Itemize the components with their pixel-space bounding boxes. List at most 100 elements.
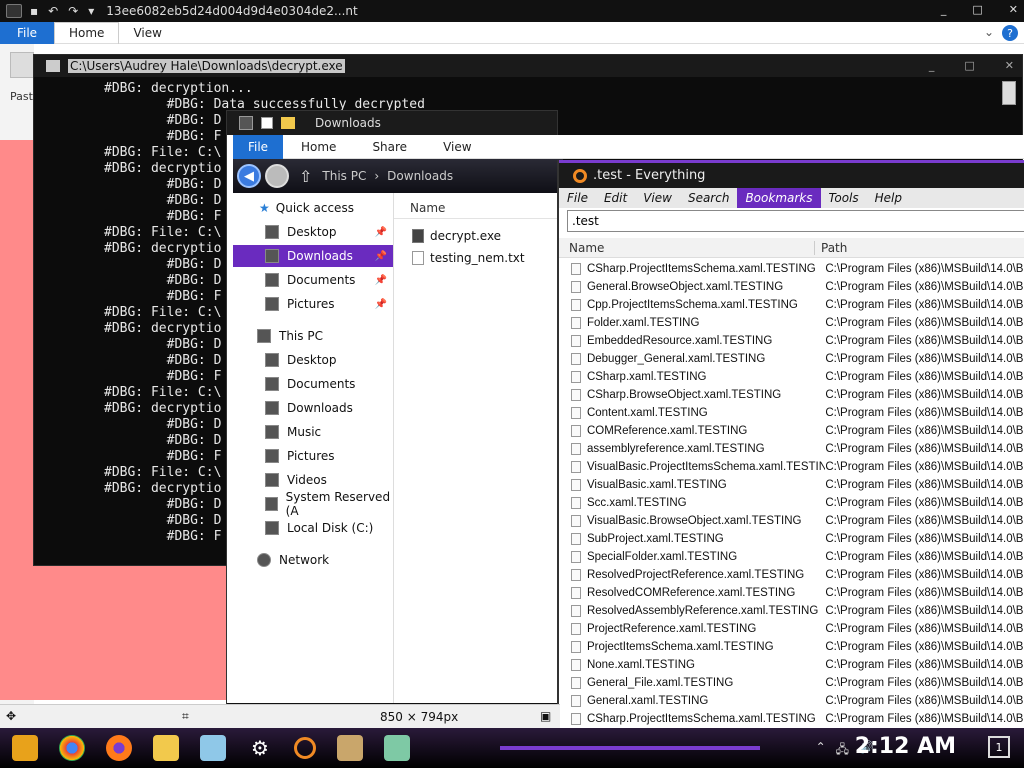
result-row[interactable]: General.BrowseObject.xaml.TESTING C:\Prog… <box>559 278 1024 296</box>
menu-help[interactable]: Help <box>867 191 910 205</box>
close-button[interactable]: ✕ <box>1009 3 1018 16</box>
tab-file[interactable]: File <box>0 21 54 44</box>
column-header-path[interactable]: Path <box>815 241 847 255</box>
tab-share[interactable]: Share <box>354 140 425 154</box>
result-row[interactable]: CSharp.ProjectItemsSchema.xaml.TESTING C:… <box>559 710 1024 728</box>
chevron-down-icon[interactable]: ▾ <box>88 4 94 18</box>
sidebar-item-system-reserved[interactable]: System Reserved (A <box>233 490 393 518</box>
minimize-button[interactable]: _ <box>929 59 935 72</box>
sidebar-item-documents[interactable]: Documents 📌 <box>233 269 393 291</box>
sidebar-item-desktop[interactable]: Desktop 📌 <box>233 221 393 243</box>
properties-icon[interactable] <box>261 117 273 129</box>
column-header-name[interactable]: Name <box>394 197 558 219</box>
breadcrumb-downloads[interactable]: Downloads <box>387 169 453 183</box>
result-row[interactable]: CSharp.ProjectItemsSchema.xaml.TESTING C:… <box>559 260 1024 278</box>
tab-home[interactable]: Home <box>54 21 120 44</box>
breadcrumb-this-pc[interactable]: This PC <box>322 169 366 183</box>
result-row[interactable]: SubProject.xaml.TESTING C:\Program Files … <box>559 530 1024 548</box>
result-row[interactable]: VisualBasic.BrowseObject.xaml.TESTING C:\… <box>559 512 1024 530</box>
sidebar-item-pc-desktop[interactable]: Desktop <box>233 349 393 371</box>
sidebar-item-pc-documents[interactable]: Documents <box>233 373 393 395</box>
tab-view[interactable]: View <box>119 26 175 40</box>
settings-gear-icon[interactable]: ⚙ <box>247 735 273 761</box>
search-input[interactable] <box>567 210 1024 232</box>
save-icon[interactable]: ▣ <box>540 709 551 723</box>
network-icon[interactable]: 🖧 <box>836 740 849 761</box>
chevron-down-icon[interactable]: ⌄ <box>984 25 994 39</box>
menu-file[interactable]: File <box>559 191 596 205</box>
firefox-icon[interactable] <box>106 735 132 761</box>
notepad-icon[interactable] <box>200 735 226 761</box>
result-row[interactable]: General_File.xaml.TESTING C:\Program File… <box>559 674 1024 692</box>
sidebar-item-network[interactable]: Network <box>233 549 393 571</box>
menu-edit[interactable]: Edit <box>596 191 635 205</box>
scrollbar-thumb[interactable] <box>1002 81 1016 105</box>
tab-file[interactable]: File <box>233 134 283 159</box>
forward-arrow-icon[interactable] <box>265 164 289 188</box>
menu-search[interactable]: Search <box>680 191 738 205</box>
chrome-icon[interactable] <box>59 735 85 761</box>
result-row[interactable]: Debugger_General.xaml.TESTING C:\Program … <box>559 350 1024 368</box>
tab-home[interactable]: Home <box>283 140 354 154</box>
up-arrow-icon[interactable]: ⇧ <box>299 167 312 186</box>
sidebar-item-downloads[interactable]: Downloads 📌 <box>233 245 393 267</box>
tab-view[interactable]: View <box>425 140 489 154</box>
file-item-decrypt-exe[interactable]: decrypt.exe <box>412 229 501 243</box>
menu-view[interactable]: View <box>635 191 680 205</box>
result-row[interactable]: Cpp.ProjectItemsSchema.xaml.TESTING C:\Pr… <box>559 296 1024 314</box>
result-row[interactable]: ProjectReference.xaml.TESTING C:\Program … <box>559 620 1024 638</box>
clock[interactable]: 2:12 AM <box>855 734 956 759</box>
notification-icon[interactable]: 1 <box>988 736 1010 758</box>
menu-tools[interactable]: Tools <box>821 191 867 205</box>
sidebar-item-this-pc[interactable]: This PC <box>233 325 393 347</box>
back-arrow-icon[interactable]: ◀ <box>237 164 261 188</box>
sidebar-item-pc-pictures[interactable]: Pictures <box>233 445 393 467</box>
image-viewer-icon[interactable] <box>384 735 410 761</box>
result-row[interactable]: Folder.xaml.TESTING C:\Program Files (x86… <box>559 314 1024 332</box>
result-row[interactable]: assemblyreference.xaml.TESTING C:\Program… <box>559 440 1024 458</box>
everything-search-icon[interactable] <box>294 737 316 759</box>
result-row[interactable]: VisualBasic.ProjectItemsSchema.xaml.TEST… <box>559 458 1024 476</box>
result-row[interactable]: ResolvedAssemblyReference.xaml.TESTING C:… <box>559 602 1024 620</box>
maximize-button[interactable]: □ <box>964 59 974 72</box>
result-row[interactable]: COMReference.xaml.TESTING C:\Program File… <box>559 422 1024 440</box>
paint-icon[interactable] <box>337 735 363 761</box>
result-row[interactable]: CSharp.xaml.TESTING C:\Program Files (x86… <box>559 368 1024 386</box>
quick-access-toolbar[interactable]: ▪ ↶ ↷ ▾ <box>30 4 94 18</box>
sidebar-item-local-disk[interactable]: Local Disk (C:) <box>233 517 393 539</box>
result-row[interactable]: ResolvedCOMReference.xaml.TESTING C:\Prog… <box>559 584 1024 602</box>
save-icon[interactable]: ▪ <box>30 4 38 18</box>
maximize-button[interactable]: □ <box>972 3 982 16</box>
minimize-button[interactable]: _ <box>941 3 947 16</box>
breadcrumb[interactable]: This PC › Downloads <box>322 169 453 183</box>
result-row[interactable]: SpecialFolder.xaml.TESTING C:\Program Fil… <box>559 548 1024 566</box>
undo-icon[interactable]: ↶ <box>48 4 58 18</box>
new-folder-icon[interactable] <box>281 117 295 129</box>
start-button[interactable] <box>12 735 38 761</box>
paste-icon[interactable] <box>10 52 34 78</box>
result-row[interactable]: General.xaml.TESTING C:\Program Files (x8… <box>559 692 1024 710</box>
sidebar-item-pc-downloads[interactable]: Downloads <box>233 397 393 419</box>
sidebar-item-videos[interactable]: Videos <box>233 469 393 491</box>
result-row[interactable]: ProjectItemsSchema.xaml.TESTING C:\Progra… <box>559 638 1024 656</box>
chevron-up-icon[interactable]: ⌃ <box>816 740 826 761</box>
sidebar-item-music[interactable]: Music <box>233 421 393 443</box>
close-button[interactable]: ✕ <box>1005 59 1014 72</box>
move-icon[interactable]: ✥ <box>6 709 16 723</box>
file-explorer-icon[interactable] <box>153 735 179 761</box>
redo-icon[interactable]: ↷ <box>68 4 78 18</box>
sidebar-item-quick-access[interactable]: ★ Quick access <box>233 197 393 219</box>
result-row[interactable]: Scc.xaml.TESTING C:\Program Files (x86)\M… <box>559 494 1024 512</box>
result-row[interactable]: None.xaml.TESTING C:\Program Files (x86)\… <box>559 656 1024 674</box>
result-row[interactable]: CSharp.BrowseObject.xaml.TESTING C:\Progr… <box>559 386 1024 404</box>
result-row[interactable]: Content.xaml.TESTING C:\Program Files (x8… <box>559 404 1024 422</box>
column-header-name[interactable]: Name <box>559 240 815 255</box>
crop-icon[interactable]: ⌗ <box>182 709 189 724</box>
help-icon[interactable]: ? <box>1002 25 1018 41</box>
sidebar-item-pictures[interactable]: Pictures 📌 <box>233 293 393 315</box>
result-row[interactable]: EmbeddedResource.xaml.TESTING C:\Program … <box>559 332 1024 350</box>
result-row[interactable]: ResolvedProjectReference.xaml.TESTING C:\… <box>559 566 1024 584</box>
result-row[interactable]: VisualBasic.xaml.TESTING C:\Program Files… <box>559 476 1024 494</box>
menu-bookmarks[interactable]: Bookmarks <box>737 188 821 208</box>
file-item-testing-nem[interactable]: testing_nem.txt <box>412 251 525 265</box>
